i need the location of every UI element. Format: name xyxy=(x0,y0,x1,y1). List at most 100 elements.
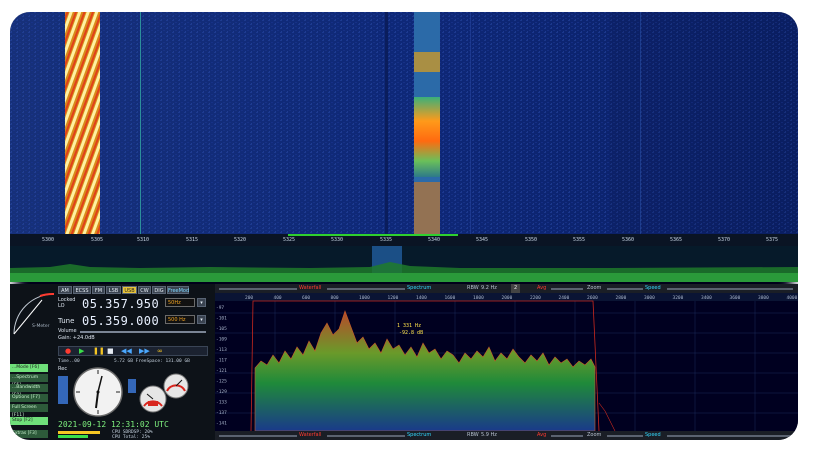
y-tick-label: -117 xyxy=(216,358,227,364)
ruler-tick: 5315 xyxy=(186,237,199,243)
s-meter-gauge xyxy=(13,292,55,335)
x-tick-label: 800 xyxy=(331,295,339,301)
x-tick-label: 3800 xyxy=(758,295,769,301)
ruler-tick: 5355 xyxy=(573,237,586,243)
transport-bar: ● ▶ ❚❚ ■ ◀◀ ▶▶ ∞ xyxy=(58,346,208,356)
mode-button-freemod[interactable]: FreeMod xyxy=(167,286,189,294)
spectrum-label: Spectrum xyxy=(407,432,432,438)
cpu-total-readout: CPU Total: 25% xyxy=(112,435,150,440)
avg-label: Avg xyxy=(537,432,547,438)
lo-label: Locked LO xyxy=(58,297,76,309)
waterfall-label: Waterfall xyxy=(299,432,322,438)
waterfall-slider[interactable] xyxy=(219,288,297,290)
forward-icon[interactable]: ▶▶ xyxy=(139,347,150,355)
y-tick-label: -97 xyxy=(216,305,224,311)
ruler-tick: 5335 xyxy=(380,237,393,243)
passband-indicator xyxy=(288,234,458,236)
pause-icon[interactable]: ❚❚ xyxy=(93,347,105,355)
side-indicator xyxy=(58,376,68,404)
chevron-down-icon[interactable]: ▾ xyxy=(197,298,206,307)
rewind-icon[interactable]: ◀◀ xyxy=(121,347,132,355)
x-tick-label: 2400 xyxy=(559,295,570,301)
y-tick-label: -109 xyxy=(216,337,227,343)
waterfall-display[interactable] xyxy=(10,12,798,234)
s-meter-label: S-Meter xyxy=(32,324,50,329)
speed-label: Speed xyxy=(645,285,661,291)
zoom-slider[interactable] xyxy=(607,288,643,290)
side-button-extras[interactable]: Extras [F3] xyxy=(10,430,48,438)
loop-icon[interactable]: ∞ xyxy=(157,347,163,355)
x-tick-label: 4000 xyxy=(787,295,798,301)
tune-label: Tune xyxy=(58,317,75,325)
x-tick-label: 1600 xyxy=(445,295,456,301)
side-button-spectrum[interactable]: ...Spectrum [F5] xyxy=(10,374,48,388)
avg-slider[interactable] xyxy=(551,435,583,437)
y-tick-label: -141 xyxy=(216,421,227,427)
lo-frequency[interactable]: 05.357.950 xyxy=(82,297,159,311)
side-button-stop[interactable]: Stop [F2] xyxy=(10,417,48,425)
x-tick-label: 2200 xyxy=(530,295,541,301)
waterfall-label: Waterfall xyxy=(299,285,322,291)
mode-button-ecss[interactable]: ECSS xyxy=(73,286,91,294)
mode-button-am[interactable]: AM xyxy=(58,286,72,294)
x-tick-label: 2000 xyxy=(502,295,513,301)
side-indicator xyxy=(128,379,136,393)
free-space-readout: 5.72 GB FreeSpace: 131.00 GB xyxy=(114,359,190,364)
lo-step-select[interactable]: 50Hz xyxy=(165,298,195,307)
chevron-down-icon[interactable]: ▾ xyxy=(197,315,206,324)
x-tick-label: 3000 xyxy=(644,295,655,301)
avg-slider[interactable] xyxy=(551,288,583,290)
play-icon[interactable]: ▶ xyxy=(79,347,84,355)
y-tick-label: -125 xyxy=(216,379,227,385)
speed-slider[interactable] xyxy=(667,288,793,290)
zoom-label: Zoom xyxy=(587,432,602,438)
ruler-tick: 5365 xyxy=(670,237,683,243)
rbw-value[interactable]: 9.2 Hz xyxy=(481,284,497,293)
tune-step-select[interactable]: 500 Hz xyxy=(165,315,195,324)
y-tick-label: -105 xyxy=(216,326,227,332)
avg-select[interactable]: 2 xyxy=(511,284,521,293)
mode-button-usb[interactable]: USB xyxy=(122,286,137,294)
mode-button-lsb[interactable]: LSB xyxy=(106,286,121,294)
spectrum-slider[interactable] xyxy=(327,288,405,290)
overview-spectrum[interactable] xyxy=(10,246,798,282)
record-icon[interactable]: ● xyxy=(65,347,71,355)
ruler-tick: 5345 xyxy=(476,237,489,243)
analog-clock xyxy=(73,367,123,417)
ruler-tick: 5330 xyxy=(331,237,344,243)
spectrum-slider[interactable] xyxy=(327,435,405,437)
speed-slider[interactable] xyxy=(667,435,793,437)
x-tick-label: 1000 xyxy=(359,295,370,301)
mode-button-cw[interactable]: CW xyxy=(138,286,151,294)
stop-icon[interactable]: ■ xyxy=(107,347,114,355)
rbw-value[interactable]: 5.9 Hz xyxy=(481,431,497,440)
x-tick-label: 1800 xyxy=(473,295,484,301)
x-tick-label: 1400 xyxy=(416,295,427,301)
y-tick-label: -113 xyxy=(216,347,227,353)
side-button-options[interactable]: Options [F7] xyxy=(10,394,48,402)
side-button-mode[interactable]: ...Mode [F6] xyxy=(10,364,48,372)
x-tick-label: 3200 xyxy=(673,295,684,301)
marker-level: -92.8 dB xyxy=(399,330,423,336)
tune-frequency[interactable]: 05.359.000 xyxy=(82,314,159,328)
avg-label: Avg xyxy=(537,285,547,291)
zoom-slider[interactable] xyxy=(607,435,643,437)
utc-datetime: 2021-09-12 12:31:02 UTC xyxy=(58,420,169,429)
waterfall-slider[interactable] xyxy=(219,435,297,437)
side-button-bandwidth[interactable]: ...Bandwidth [F8] xyxy=(10,384,48,398)
cpu-bar xyxy=(58,431,100,434)
mode-button-dig[interactable]: DIG xyxy=(152,286,166,294)
x-tick-label: 2800 xyxy=(616,295,627,301)
control-panel: S-Meter AM ECSS FM LSB USB CW DIG FreeMo… xyxy=(10,284,215,440)
y-tick-label: -129 xyxy=(216,389,227,395)
ruler-tick: 5360 xyxy=(622,237,635,243)
spectrum-toolbar-top: Waterfall Spectrum RBW 9.2 Hz 2 Avg Zoom… xyxy=(215,284,798,293)
frequency-ruler[interactable]: 5300 5305 5310 5315 5320 5325 5330 5335 … xyxy=(10,234,798,246)
carrier-trace-1 xyxy=(65,12,100,234)
x-tick-label: 3400 xyxy=(701,295,712,301)
zoom-label: Zoom xyxy=(587,285,602,291)
side-button-fullscreen[interactable]: Full Screen [F11] xyxy=(10,404,48,418)
audio-spectrum-plot[interactable]: 200 400 600 800 1000 1200 1400 1600 1800 2000 2200… xyxy=(215,293,798,431)
mode-button-fm[interactable]: FM xyxy=(92,286,105,294)
volume-slider[interactable] xyxy=(80,331,206,333)
